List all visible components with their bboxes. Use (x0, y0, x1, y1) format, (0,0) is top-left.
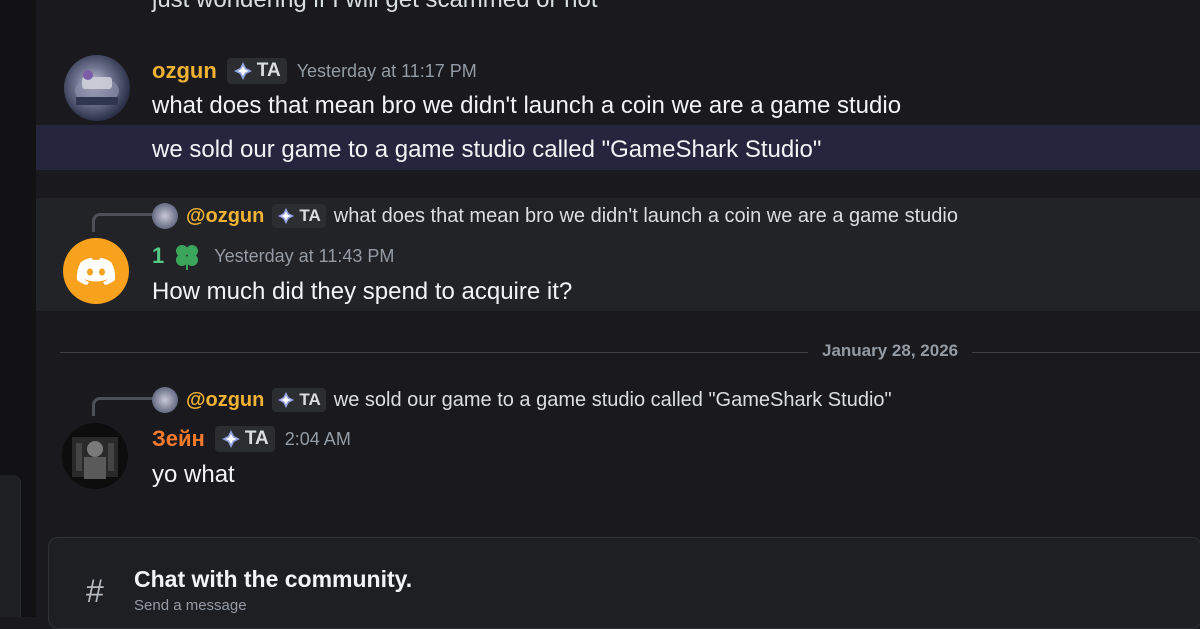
server-tag[interactable]: TA (214, 426, 275, 452)
reply-username[interactable]: @ozgun (186, 389, 264, 412)
username-zein[interactable]: Зейн (152, 426, 205, 452)
username-ozgun[interactable]: ozgun (152, 58, 217, 84)
cut-off-message: just wondering if I will get scammed or … (152, 0, 598, 14)
tag-diamond-icon (278, 391, 295, 409)
server-tag[interactable]: TA (226, 58, 287, 84)
avatar-ozgun-art (75, 70, 119, 105)
tag-diamond-icon (221, 430, 240, 448)
avatar-user-1[interactable] (63, 238, 129, 304)
avatar-zein-art (72, 437, 118, 479)
tag-diamond-icon (278, 207, 295, 225)
left-rail (0, 0, 36, 617)
clover-icon (176, 245, 199, 270)
reply-text: we sold our game to a game studio called… (333, 388, 892, 411)
reply-avatar (152, 203, 178, 229)
reply-avatar (152, 387, 178, 413)
tag-label: TA (299, 390, 321, 409)
timestamp[interactable]: 2:04 AM (285, 429, 351, 450)
reply-preview[interactable]: @ozgun TA we sold our game to a game stu… (152, 387, 892, 413)
message-line: How much did they spend to acquire it? (152, 278, 573, 305)
composer-placeholder[interactable]: Send a message (134, 597, 247, 614)
composer-title[interactable]: Chat with the community. (134, 566, 412, 593)
message-header-user-1: 1 Yesterday at 11:43 PM (152, 242, 394, 270)
date-divider-label: January 28, 2026 (808, 341, 973, 361)
message-header-ozgun: ozgun TA Yesterday at 11:17 PM (152, 58, 477, 84)
chat-area: just wondering if I will get scammed or … (36, 0, 1200, 629)
reply-preview[interactable]: @ozgun TA what does that mean bro we did… (152, 203, 958, 229)
reply-connector (92, 397, 153, 416)
hash-icon: # (86, 573, 104, 609)
tag-label: TA (244, 428, 269, 449)
username-user-1[interactable]: 1 (152, 243, 164, 269)
server-tag[interactable]: TA (272, 204, 326, 228)
tag-label: TA (299, 206, 321, 225)
reply-text: what does that mean bro we didn't launch… (333, 204, 958, 227)
tag-diamond-icon (233, 62, 252, 80)
date-divider-line (60, 352, 1200, 353)
discord-logo-icon (76, 258, 116, 285)
timestamp[interactable]: Yesterday at 11:17 PM (297, 61, 477, 82)
avatar-ozgun[interactable] (64, 55, 130, 121)
side-panel-edge (0, 475, 21, 617)
message-header-zein: Зейн TA 2:04 AM (152, 426, 351, 452)
server-tag[interactable]: TA (272, 388, 326, 412)
message-line: we sold our game to a game studio called… (152, 136, 822, 163)
message-line: yo what (152, 461, 235, 488)
reply-connector (92, 213, 153, 232)
tag-label: TA (256, 60, 281, 81)
message-line: what does that mean bro we didn't launch… (152, 92, 902, 119)
reply-username[interactable]: @ozgun (186, 205, 264, 228)
avatar-zein[interactable] (62, 423, 128, 489)
timestamp[interactable]: Yesterday at 11:43 PM (214, 246, 394, 267)
